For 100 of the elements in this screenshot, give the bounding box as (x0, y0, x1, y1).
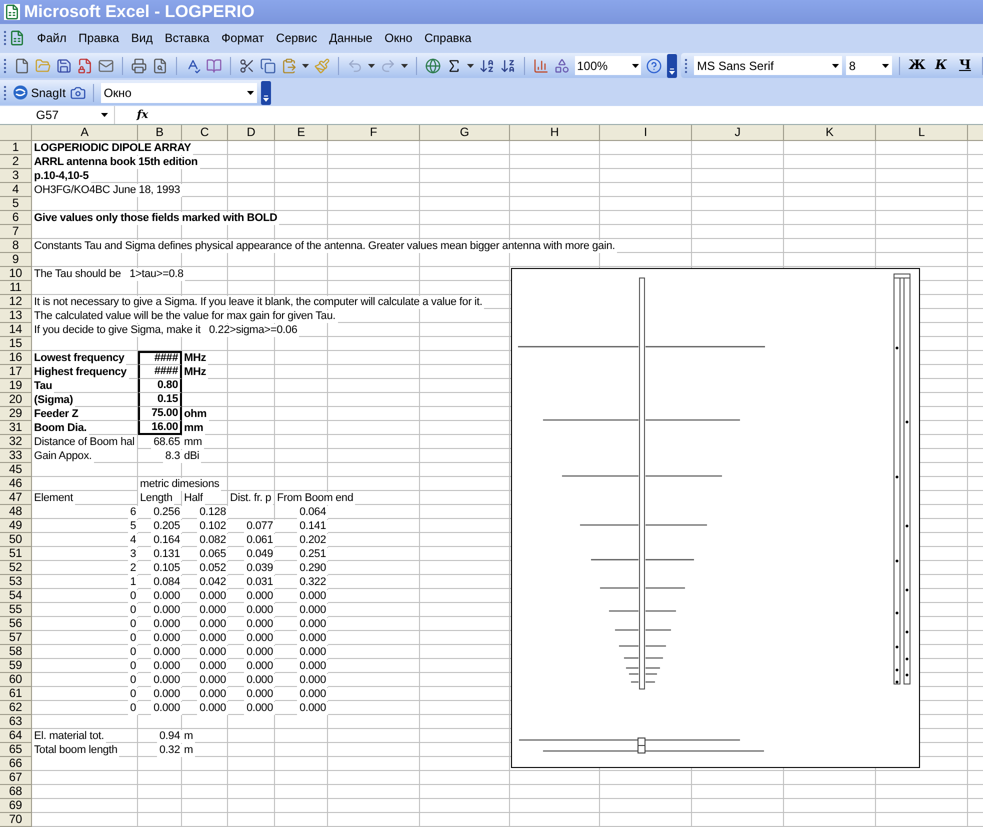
row-header[interactable]: 10 (0, 267, 32, 281)
row-header[interactable]: 56 (0, 617, 32, 631)
copy-icon[interactable] (260, 58, 276, 74)
input-cell[interactable]: #### (138, 365, 182, 379)
input-cell[interactable]: #### (138, 351, 182, 365)
row-header[interactable]: 2 (0, 155, 32, 169)
sort-ascending-icon[interactable] (479, 58, 495, 74)
row-header[interactable]: 13 (0, 309, 32, 323)
style-button[interactable]: К (931, 56, 951, 76)
row-header[interactable]: 49 (0, 519, 32, 533)
row-header[interactable]: 46 (0, 477, 32, 491)
new-document-icon[interactable] (14, 58, 30, 74)
column-header[interactable]: D (228, 125, 275, 141)
row-header[interactable]: 66 (0, 757, 32, 771)
font-dropdown[interactable]: MS Sans Serif (694, 56, 842, 75)
font-size-dropdown[interactable]: 8 (846, 56, 892, 75)
column-header[interactable]: K (784, 125, 876, 141)
function-label[interactable]: fx (115, 106, 170, 124)
row-header[interactable]: 54 (0, 589, 32, 603)
row-header[interactable]: 15 (0, 337, 32, 351)
column-header[interactable]: L (876, 125, 968, 141)
row-header[interactable]: 64 (0, 729, 32, 743)
row-header[interactable]: 45 (0, 463, 32, 477)
toolbar-grip-icon[interactable] (4, 58, 7, 74)
caret-icon[interactable] (401, 64, 408, 68)
email-icon[interactable] (98, 58, 114, 74)
row-header[interactable]: 69 (0, 799, 32, 813)
row-header[interactable]: 53 (0, 575, 32, 589)
paste-icon[interactable] (281, 58, 297, 74)
row-header[interactable]: 11 (0, 281, 32, 295)
row-header[interactable]: 51 (0, 547, 32, 561)
caret-icon[interactable] (246, 90, 254, 94)
style-button[interactable]: Ж (907, 56, 927, 76)
toolbar-grip-icon[interactable] (4, 30, 7, 46)
save-icon[interactable] (56, 58, 72, 74)
row-header[interactable]: 1 (0, 141, 32, 155)
row-header[interactable]: 48 (0, 505, 32, 519)
hyperlink-icon[interactable] (425, 58, 441, 74)
row-header[interactable]: 33 (0, 449, 32, 463)
row-header[interactable]: 6 (0, 211, 32, 225)
row-header[interactable]: 55 (0, 603, 32, 617)
caret-icon[interactable] (632, 64, 639, 68)
style-button[interactable]: Ч (955, 56, 975, 76)
row-header[interactable]: 59 (0, 659, 32, 673)
input-cell[interactable]: 16.00 (138, 421, 182, 435)
row-header[interactable]: 52 (0, 561, 32, 575)
document-icon[interactable] (9, 30, 25, 46)
menu-item[interactable]: Вставка (158, 29, 216, 47)
caret-icon[interactable] (467, 64, 474, 68)
row-header[interactable]: 68 (0, 785, 32, 799)
row-header[interactable]: 63 (0, 715, 32, 729)
column-header[interactable]: I (600, 125, 692, 141)
column-header[interactable]: F (328, 125, 420, 141)
row-header[interactable]: 65 (0, 743, 32, 757)
row-header[interactable]: 31 (0, 421, 32, 435)
sort-descending-icon[interactable] (500, 58, 516, 74)
column-header[interactable]: J (692, 125, 784, 141)
caret-icon[interactable] (101, 113, 108, 117)
column-header[interactable]: E (275, 125, 328, 141)
row-header[interactable]: 62 (0, 701, 32, 715)
column-header[interactable]: A (32, 125, 138, 141)
row-header[interactable]: 3 (0, 169, 32, 183)
capture-icon[interactable] (70, 84, 86, 100)
input-cell[interactable]: 0.80 (138, 379, 182, 393)
row-header[interactable]: 57 (0, 631, 32, 645)
row-header[interactable]: 14 (0, 323, 32, 337)
row-header[interactable]: 19 (0, 379, 32, 393)
row-header[interactable]: 7 (0, 225, 32, 239)
toolbar-options-icon[interactable] (260, 80, 271, 104)
row-header[interactable]: 29 (0, 407, 32, 421)
toolbar-grip-icon[interactable] (4, 84, 7, 100)
menu-item[interactable]: Данные (323, 29, 378, 47)
column-header[interactable]: B (138, 125, 182, 141)
row-header[interactable]: 67 (0, 771, 32, 785)
excel-app-icon[interactable] (4, 4, 20, 20)
column-header[interactable]: G (420, 125, 510, 141)
input-cell[interactable]: 75.00 (138, 407, 182, 421)
row-header[interactable]: 47 (0, 491, 32, 505)
menu-item[interactable]: Вид (125, 29, 159, 47)
row-header[interactable]: 16 (0, 351, 32, 365)
menu-item[interactable]: Окно (378, 29, 418, 47)
row-header[interactable]: 58 (0, 645, 32, 659)
caret-icon[interactable] (302, 64, 309, 68)
caret-icon[interactable] (368, 64, 375, 68)
print-icon[interactable] (131, 58, 147, 74)
row-header[interactable]: 8 (0, 239, 32, 253)
snagit-button[interactable]: SnagIt (13, 84, 66, 102)
menu-item[interactable]: Файл (31, 29, 73, 47)
row-header[interactable]: 60 (0, 673, 32, 687)
snagit-dropdown[interactable]: Окно (100, 82, 257, 102)
row-header[interactable]: 32 (0, 435, 32, 449)
column-header[interactable]: C (182, 125, 228, 141)
row-header[interactable]: 20 (0, 393, 32, 407)
input-cell[interactable]: 0.15 (138, 393, 182, 407)
row-header[interactable]: 61 (0, 687, 32, 701)
menu-item[interactable]: Правка (72, 29, 126, 47)
row-header[interactable]: 9 (0, 253, 32, 267)
cut-icon[interactable] (239, 58, 255, 74)
toolbar-grip-icon[interactable] (685, 58, 688, 74)
row-header[interactable]: 4 (0, 183, 32, 197)
